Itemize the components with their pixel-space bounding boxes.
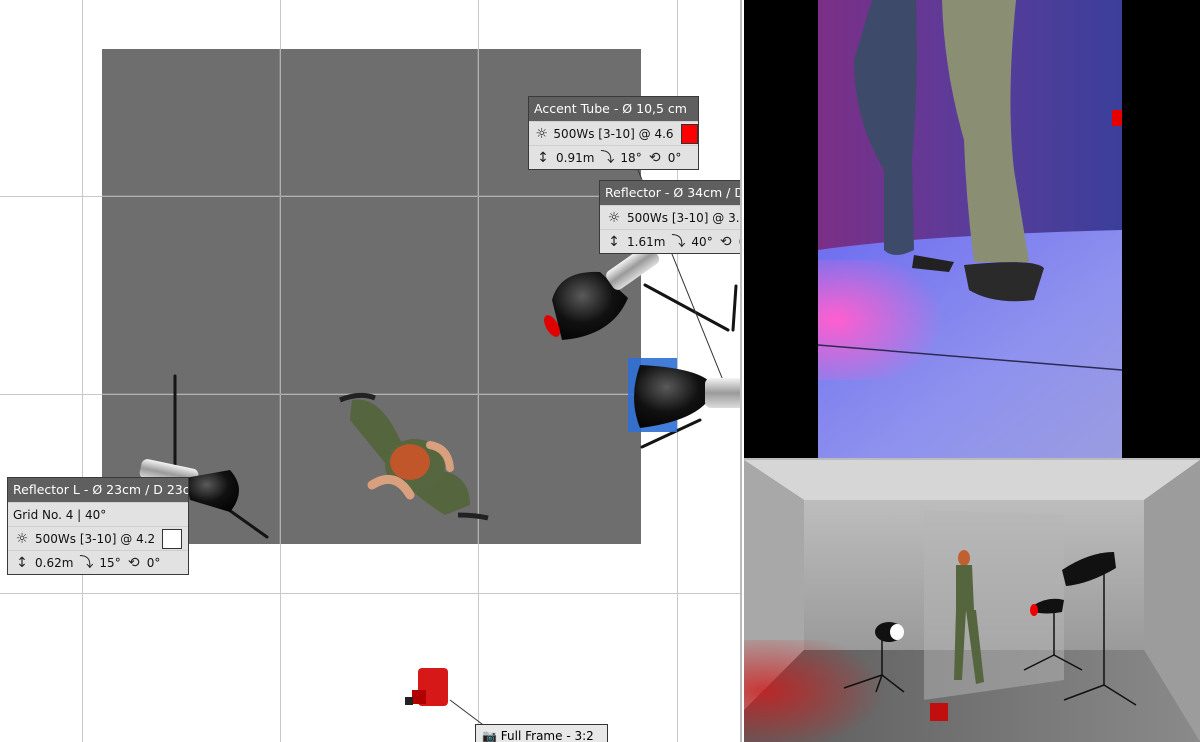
tilt-icon: ⤵ — [79, 554, 94, 571]
grid-value: Grid No. 4 | 40° — [13, 507, 107, 522]
color-swatch[interactable] — [162, 528, 183, 549]
rotation-icon: ⟲ — [719, 233, 732, 250]
studio-3d-render — [744, 460, 1200, 742]
render-3d-image — [744, 460, 1200, 742]
power-value: 500Ws [3-10] @ 4.2 — [35, 531, 156, 546]
reflector-light[interactable] — [628, 358, 742, 432]
rotation-value: 0° — [667, 150, 682, 165]
panel-title: Reflector L - Ø 23cm / D 23cm — [8, 478, 188, 502]
camera-label[interactable]: 📷 Full Frame - 3:2 — [475, 724, 608, 742]
rotation-icon: ⟲ — [127, 554, 140, 571]
power-value: 500Ws [3-10] @ 3.6 — [627, 210, 742, 225]
reflector-l-panel[interactable]: Reflector L - Ø 23cm / D 23cm Grid No. 4… — [7, 477, 189, 575]
accent-tube-panel[interactable]: Accent Tube - Ø 10,5 cm ☼ 500Ws [3-10] @… — [528, 96, 699, 170]
panel-title: Accent Tube - Ø 10,5 cm — [529, 97, 698, 121]
power-row: ☼ 500Ws [3-10] @ 4.6 — [529, 121, 698, 145]
sun-icon: ☼ — [607, 209, 621, 226]
height-arrows-icon: ↕ — [16, 554, 28, 571]
sun-icon: ☼ — [15, 530, 29, 547]
studio-planner: Accent Tube - Ø 10,5 cm ☼ 500Ws [3-10] @… — [0, 0, 1200, 742]
power-value: 500Ws [3-10] @ 4.6 — [553, 126, 674, 141]
render-image — [817, 0, 1123, 458]
grid-row: Grid No. 4 | 40° — [8, 502, 188, 526]
camera-object[interactable] — [405, 668, 448, 706]
rotation-icon: ⟲ — [648, 149, 661, 166]
rotation-value: 0° — [146, 555, 161, 570]
power-row: ☼ 500Ws [3-10] @ 3.6 — [600, 205, 742, 229]
tilt-value: 40° — [691, 234, 713, 249]
height-value: 1.61m — [627, 234, 666, 249]
power-row: ☼ 500Ws [3-10] @ 4.2 — [8, 526, 188, 550]
camera-label-text: Full Frame - 3:2 — [500, 729, 594, 742]
reflector-panel[interactable]: Reflector - Ø 34cm / D 4 ☼ 500Ws [3-10] … — [599, 180, 742, 254]
position-row: ↕ 0.62m ⤵ 15° ⟲ 0° — [8, 550, 188, 574]
position-row: ↕ 0.91m ⤵ 18° ⟲ 0° — [529, 145, 698, 169]
color-swatch[interactable] — [680, 123, 698, 144]
height-arrows-icon: ↕ — [608, 233, 620, 250]
model-figure[interactable] — [339, 392, 489, 521]
height-arrows-icon: ↕ — [537, 149, 549, 166]
top-view-plan[interactable]: Accent Tube - Ø 10,5 cm ☼ 500Ws [3-10] @… — [0, 0, 742, 742]
camera-icon: 📷 — [482, 729, 497, 742]
panel-title: Reflector - Ø 34cm / D 4 — [600, 181, 740, 205]
tilt-icon: ⤵ — [671, 233, 686, 250]
position-row: ↕ 1.61m ⤵ 40° ⟲ 0 — [600, 229, 740, 253]
sun-icon: ☼ — [535, 125, 548, 142]
accent-tube-light[interactable] — [541, 243, 662, 340]
height-value: 0.91m — [556, 150, 595, 165]
rotation-value: 0 — [739, 230, 740, 253]
height-value: 0.62m — [35, 555, 74, 570]
tilt-value: 18° — [620, 150, 642, 165]
tilt-icon: ⤵ — [600, 149, 615, 166]
tilt-value: 15° — [99, 555, 121, 570]
camera-view-render — [744, 0, 1200, 458]
